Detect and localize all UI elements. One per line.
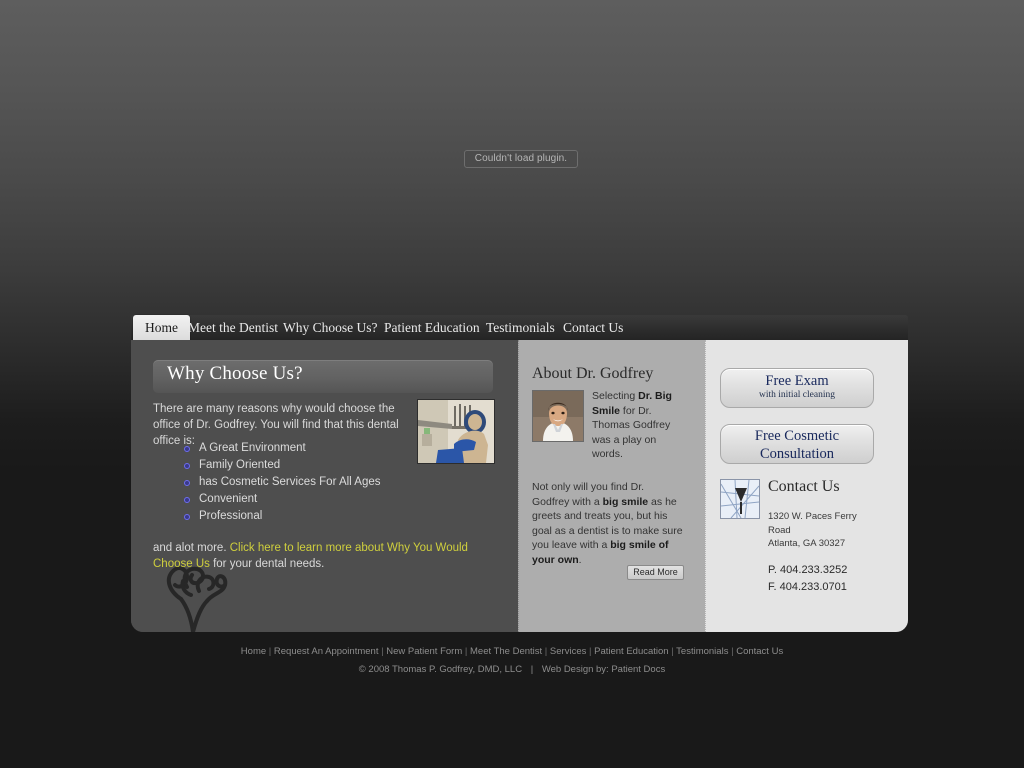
list-item: Professional bbox=[183, 508, 381, 525]
footer-divider: | bbox=[530, 664, 534, 675]
free-exam-button[interactable]: Free Exam with initial cleaning bbox=[720, 368, 874, 408]
footer-link-contact-us[interactable]: Contact Us bbox=[736, 646, 783, 657]
footer: Home | Request An Appointment | New Pati… bbox=[0, 645, 1024, 677]
footer-copyright-line: © 2008 Thomas P. Godfrey, DMD, LLC | Web… bbox=[0, 663, 1024, 677]
footer-link-request-an-appointment[interactable]: Request An Appointment bbox=[274, 646, 379, 657]
outro-text-after: for your dental needs. bbox=[209, 558, 325, 570]
webdesign-prefix: Web Design by: bbox=[541, 664, 609, 675]
nav-item-patient-education[interactable]: Patient Education bbox=[384, 315, 480, 340]
nav-item-home[interactable]: Home bbox=[133, 315, 190, 340]
nav-item-testimonials[interactable]: Testimonials bbox=[486, 315, 555, 340]
phone-number: P. 404.233.3252 bbox=[768, 564, 848, 576]
dr-godfrey-portrait bbox=[532, 390, 584, 442]
address-line-1: 1320 W. Paces Ferry bbox=[768, 511, 857, 522]
about-p2-bold1: big smile bbox=[602, 495, 649, 508]
page-root: Couldn't load plugin. Home Meet the Dent… bbox=[0, 0, 1024, 768]
copyright-text: © 2008 Thomas P. Godfrey, DMD, LLC bbox=[358, 664, 523, 675]
plugin-placeholder: Couldn't load plugin. bbox=[464, 150, 578, 168]
footer-link-services[interactable]: Services bbox=[550, 646, 586, 657]
footer-links: Home | Request An Appointment | New Pati… bbox=[0, 645, 1024, 659]
footer-link-new-patient-form[interactable]: New Patient Form bbox=[386, 646, 462, 657]
footer-link-meet-the-dentist[interactable]: Meet The Dentist bbox=[470, 646, 542, 657]
page-title-banner: Why Choose Us? bbox=[153, 360, 493, 393]
list-item: has Cosmetic Services For All Ages bbox=[183, 474, 381, 491]
nav-item-contact-us[interactable]: Contact Us bbox=[563, 315, 623, 340]
footer-link-separator: | bbox=[586, 646, 595, 657]
contact-address: 1320 W. Paces Ferry Road Atlanta, GA 303… bbox=[768, 510, 893, 551]
about-column: About Dr. Godfrey Selecting Dr. Big Smil… bbox=[518, 340, 705, 632]
footer-link-separator: | bbox=[542, 646, 550, 657]
address-line-3: Atlanta, GA 30327 bbox=[768, 538, 846, 549]
benefits-list: A Great Environment Family Oriented has … bbox=[183, 440, 381, 525]
about-paragraph-2: Not only will you find Dr. Godfrey with … bbox=[532, 480, 684, 567]
free-cosmetic-consultation-button[interactable]: Free Cosmetic Consultation bbox=[720, 424, 874, 464]
footer-link-home[interactable]: Home bbox=[241, 646, 266, 657]
main-navigation: Home Meet the Dentist Why Choose Us? Pat… bbox=[131, 315, 908, 340]
free-exam-subtitle: with initial cleaning bbox=[759, 390, 835, 400]
outro-text-before: and alot more. bbox=[153, 542, 230, 554]
page-title: Why Choose Us? bbox=[167, 363, 303, 384]
about-p1-part1: Selecting bbox=[592, 390, 639, 402]
about-paragraph-1: Selecting Dr. Big Smile for Dr. Thomas G… bbox=[592, 389, 672, 462]
webdesign-link[interactable]: Patient Docs bbox=[611, 664, 665, 675]
about-heading: About Dr. Godfrey bbox=[532, 365, 654, 382]
address-line-2: Road bbox=[768, 524, 791, 536]
contact-phone-block: P. 404.233.3252 F. 404.233.0701 bbox=[768, 562, 893, 596]
footer-link-patient-education[interactable]: Patient Education bbox=[594, 646, 668, 657]
list-item: Convenient bbox=[183, 491, 381, 508]
footer-link-testimonials[interactable]: Testimonials bbox=[676, 646, 728, 657]
about-p2-part3: . bbox=[578, 553, 582, 566]
free-exam-title: Free Exam bbox=[765, 373, 829, 389]
outro-paragraph: and alot more. Click here to learn more … bbox=[153, 540, 493, 572]
contact-heading: Contact Us bbox=[768, 478, 840, 495]
content-panel: Why Choose Us? There are many reasons wh… bbox=[131, 340, 908, 632]
read-more-button[interactable]: Read More bbox=[627, 565, 684, 580]
fax-number: F. 404.233.0701 bbox=[768, 581, 847, 593]
footer-link-separator: | bbox=[462, 646, 470, 657]
nav-item-meet-the-dentist[interactable]: Meet the Dentist bbox=[188, 315, 278, 340]
list-item: Family Oriented bbox=[183, 457, 381, 474]
main-content-column: Why Choose Us? There are many reasons wh… bbox=[131, 340, 518, 632]
list-item: A Great Environment bbox=[183, 440, 381, 457]
sidebar-column: Free Exam with initial cleaning Free Cos… bbox=[705, 340, 908, 632]
dental-chair-photo bbox=[417, 399, 495, 464]
location-map-icon[interactable] bbox=[720, 479, 760, 519]
nav-item-why-choose-us[interactable]: Why Choose Us? bbox=[283, 315, 378, 340]
footer-link-separator: | bbox=[266, 646, 274, 657]
